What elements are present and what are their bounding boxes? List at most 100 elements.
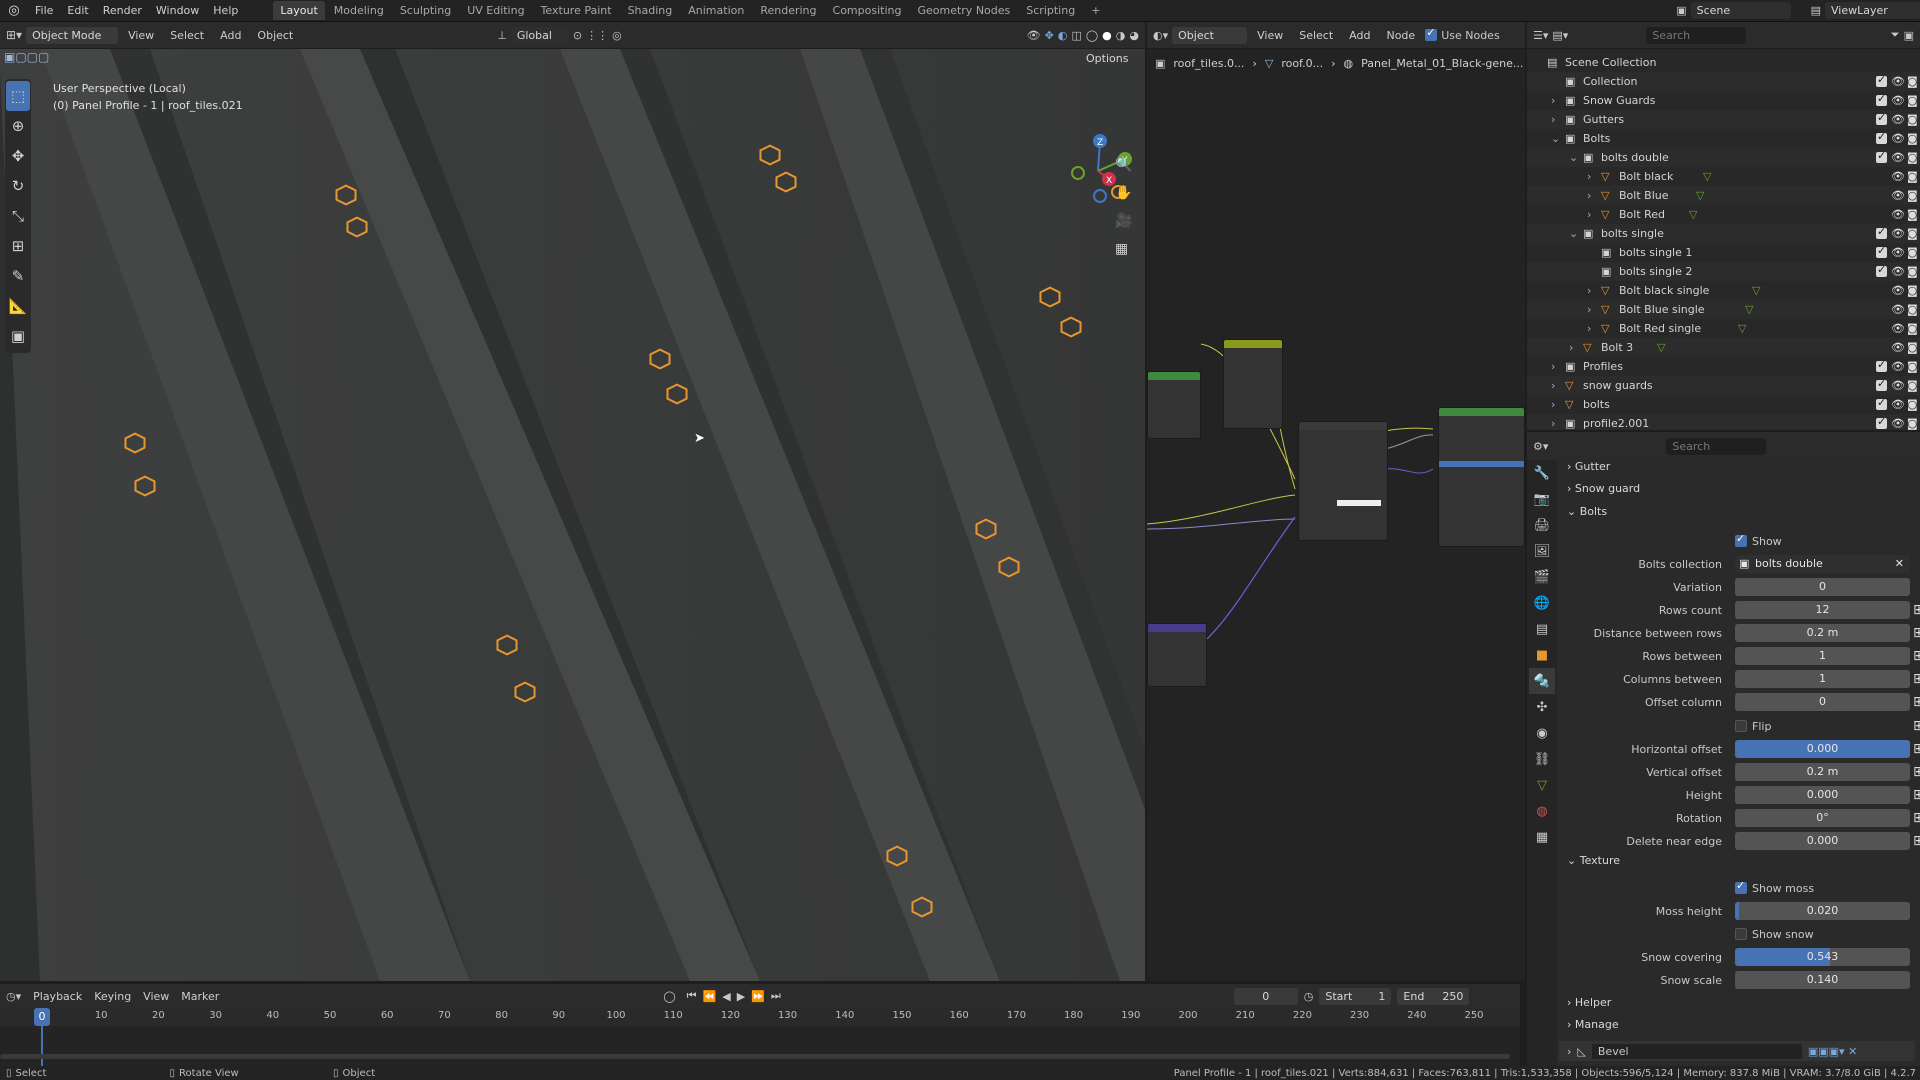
menu-edit[interactable]: Edit	[60, 4, 95, 17]
section-gutter[interactable]: › Gutter	[1567, 460, 1610, 473]
section-bolts[interactable]: ⌄ Bolts	[1567, 505, 1607, 518]
snap-icon[interactable]: ⋮⋮	[586, 29, 608, 42]
viewport-menu-view[interactable]: View	[122, 29, 160, 42]
property-value-field[interactable]: 0.000	[1735, 740, 1910, 758]
next-keyframe-icon[interactable]: ⏩	[748, 990, 768, 1003]
tab-rendering[interactable]: Rendering	[753, 1, 823, 20]
eye-icon[interactable]: 👁	[1891, 189, 1905, 202]
output-tab-icon[interactable]: 🖨	[1529, 512, 1555, 538]
timeline-menu-view[interactable]: View	[137, 990, 175, 1003]
add-workspace-icon[interactable]: +	[1084, 1, 1107, 20]
camera-icon[interactable]: ◙	[1907, 360, 1918, 373]
outliner-row[interactable]: ▣ bolts single 2 👁◙	[1527, 262, 1920, 281]
section-helper[interactable]: › Helper	[1567, 996, 1611, 1009]
keyframe-plus-icon[interactable]: ⊞	[1913, 765, 1920, 779]
camera-icon[interactable]: ◙	[1907, 227, 1918, 240]
chevron-right-icon[interactable]: ›	[1587, 284, 1599, 297]
camera-icon[interactable]: ◙	[1907, 132, 1918, 145]
property-value-field[interactable]: 12	[1735, 601, 1910, 619]
node-editor-type-icon[interactable]: ◐▾	[1153, 29, 1168, 42]
eye-icon[interactable]: 👁	[1891, 151, 1905, 164]
timeline[interactable]: 0 10 20 30 40 50 60 70 80 90 100 110 120 130 140 150 160…	[0, 1008, 1520, 1066]
selected-bolt-outline[interactable]	[998, 556, 1020, 578]
camera-icon[interactable]: ◙	[1907, 265, 1918, 278]
keyframe-plus-icon[interactable]: ⊞	[1913, 672, 1920, 686]
outliner-row[interactable]: ⌄▣ bolts double 👁◙	[1527, 148, 1920, 167]
eye-icon[interactable]: 👁	[1891, 341, 1905, 354]
prev-keyframe-icon[interactable]: ⏪	[700, 990, 720, 1003]
tab-texture-paint[interactable]: Texture Paint	[534, 1, 619, 20]
menu-window[interactable]: Window	[149, 4, 206, 17]
tab-geometry-nodes[interactable]: Geometry Nodes	[910, 1, 1017, 20]
eye-icon[interactable]: 👁	[1891, 284, 1905, 297]
outliner-row[interactable]: › ▽ Bolt black single ▽ 👁 ◙	[1527, 281, 1920, 300]
camera-icon[interactable]: ◙	[1907, 284, 1918, 297]
properties-type-icon[interactable]: ⚙▾	[1533, 440, 1548, 453]
exclude-checkbox[interactable]	[1876, 415, 1887, 429]
current-frame-field[interactable]: 0	[1233, 987, 1298, 1005]
keyframe-plus-icon[interactable]: ⊞	[1913, 811, 1920, 825]
chevron-down-icon[interactable]: ⌄	[1569, 227, 1581, 240]
node-menu-select[interactable]: Select	[1293, 29, 1339, 42]
start-frame-field[interactable]: Start 1	[1319, 987, 1392, 1005]
node-object-selector[interactable]: Object	[1172, 26, 1248, 44]
shading-solid-icon[interactable]: ●	[1102, 29, 1112, 42]
moss-height-field[interactable]: 0.020	[1735, 902, 1910, 920]
menu-render[interactable]: Render	[96, 4, 149, 17]
transform-icon[interactable]: ⊞	[6, 231, 30, 261]
outliner-row[interactable]: › ▽ Bolt 3 ▽ 👁 ◙	[1527, 338, 1920, 357]
viewport-menu-add[interactable]: Add	[214, 29, 247, 42]
playhead[interactable]: 0	[34, 1008, 50, 1026]
material-tab-icon[interactable]: ◍	[1529, 798, 1555, 824]
keyframe-plus-icon[interactable]: ⊞	[1913, 719, 1920, 733]
selected-bolt-outline[interactable]	[514, 681, 536, 703]
eye-icon[interactable]: 👁	[1891, 303, 1905, 316]
camera-icon[interactable]: ◙	[1907, 75, 1918, 88]
tab-scripting[interactable]: Scripting	[1019, 1, 1082, 20]
texture-group-node[interactable]	[1298, 421, 1388, 541]
camera-icon[interactable]: ◙	[1907, 170, 1918, 183]
timeline-menu-keying[interactable]: Keying	[88, 990, 137, 1003]
3d-viewport[interactable]: User Perspective (Local) (0) Panel Profi…	[0, 49, 1145, 981]
filter-icon[interactable]: ⏷	[1891, 28, 1900, 42]
chevron-right-icon[interactable]: ›	[1567, 1045, 1571, 1058]
chevron-right-icon[interactable]: ›	[1551, 379, 1563, 392]
keyframe-plus-icon[interactable]: ⊞	[1913, 834, 1920, 848]
outliner-row[interactable]: › ▽ Bolt Red single ▽ 👁 ◙	[1527, 319, 1920, 338]
outliner-row[interactable]: ›▣ profile2.001 👁◙	[1527, 414, 1920, 430]
outliner-row[interactable]: ›▣ Profiles 👁◙	[1527, 357, 1920, 376]
bevel-modifier-header[interactable]: › ◺ Bevel ▣▣▣▾ ✕	[1559, 1041, 1915, 1061]
tab-shading[interactable]: Shading	[621, 1, 680, 20]
play-reverse-icon[interactable]: ◀	[719, 990, 733, 1003]
property-value-field[interactable]: 0.000	[1735, 786, 1910, 804]
exclude-checkbox[interactable]	[1876, 396, 1887, 410]
properties-search-input[interactable]: Search	[1666, 437, 1767, 455]
end-frame-field[interactable]: End 250	[1397, 987, 1470, 1005]
pan-hand-icon[interactable]: ✋	[1115, 185, 1132, 201]
clear-collection-icon[interactable]: ✕	[1895, 555, 1904, 573]
camera-icon[interactable]: ◙	[1907, 94, 1918, 107]
eye-icon[interactable]: 👁	[1891, 360, 1905, 373]
show-snow-checkbox[interactable]	[1735, 928, 1747, 940]
eye-icon[interactable]: 👁	[1891, 208, 1905, 221]
eye-icon[interactable]: 👁	[1891, 417, 1905, 430]
exclude-checkbox[interactable]	[1876, 244, 1887, 258]
section-texture[interactable]: ⌄ Texture	[1567, 854, 1620, 867]
eye-icon[interactable]: 👁	[1891, 398, 1905, 411]
camera-view-icon[interactable]: 🎥	[1115, 213, 1132, 229]
chevron-right-icon[interactable]: ›	[1587, 303, 1599, 316]
principled-bsdf-node[interactable]	[1438, 407, 1525, 547]
outliner-row[interactable]: › ▽ Bolt Red ▽ 👁 ◙	[1527, 205, 1920, 224]
timeline-menu-marker[interactable]: Marker	[175, 990, 225, 1003]
blender-logo-icon[interactable]: ◎	[0, 3, 28, 18]
exclude-checkbox[interactable]	[1876, 149, 1887, 163]
outliner-row[interactable]: › ▽ Bolt Blue single ▽ 👁 ◙	[1527, 300, 1920, 319]
cursor-icon[interactable]: ⊕	[6, 111, 30, 141]
mix-node[interactable]	[1223, 339, 1283, 429]
camera-icon[interactable]: ◙	[1907, 303, 1918, 316]
outliner-row[interactable]: ▣ bolts single 1 👁◙	[1527, 243, 1920, 262]
camera-icon[interactable]: ◙	[1907, 208, 1918, 221]
move-icon[interactable]: ✥	[6, 141, 30, 171]
selected-bolt-outline[interactable]	[1060, 316, 1082, 338]
eye-icon[interactable]: 👁	[1891, 113, 1905, 126]
